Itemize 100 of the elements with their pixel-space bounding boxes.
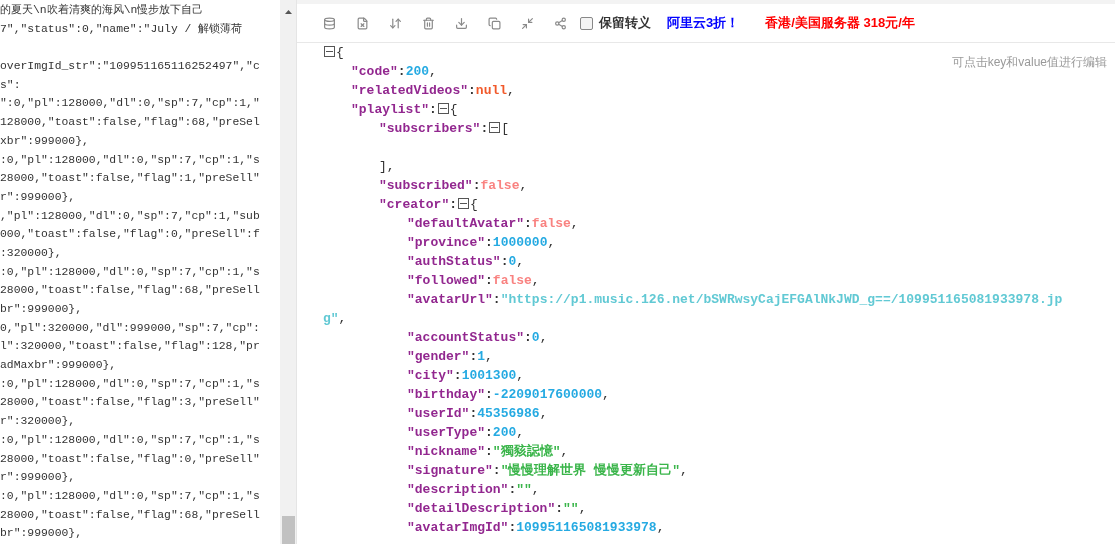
json-key[interactable]: "description" xyxy=(407,482,509,497)
bracket: ], xyxy=(379,159,395,174)
raw-json-line: :0,"pl":128000,"dl":0,"sp":7,"cp":1,"s xyxy=(0,432,261,448)
escape-checkbox[interactable] xyxy=(580,16,593,30)
comma: , xyxy=(507,83,515,98)
raw-json-line: xbr":999000}, xyxy=(0,133,90,149)
raw-json-line: r":999000}, xyxy=(0,189,77,205)
raw-json-line: s": xyxy=(0,77,22,93)
comma: , xyxy=(578,501,587,516)
colon: : xyxy=(524,330,532,345)
json-key[interactable]: "subscribed" xyxy=(379,178,473,193)
colon: : xyxy=(453,368,462,383)
json-entry[interactable]: "avatarUrl":"https://p1.music.126.net/bSWRwsyCajEFGAlNkJWD_g==/109951165081933978.jpg", xyxy=(323,290,1075,328)
colon: : xyxy=(508,482,517,497)
raw-json-line: :0,"pl":128000,"dl":0,"sp":7,"cp":1,"s xyxy=(0,152,261,168)
comma: , xyxy=(516,254,525,269)
comma: , xyxy=(680,463,688,478)
escape-label[interactable]: 保留转义 xyxy=(599,13,651,33)
raw-json-line: ":0,"pl":128000,"dl":0,"sp":7,"cp":1," xyxy=(0,96,261,112)
colon: : xyxy=(397,64,406,79)
json-key[interactable]: "defaultAvatar" xyxy=(407,216,525,231)
comma: , xyxy=(429,64,437,79)
colon: : xyxy=(469,406,478,421)
comma: , xyxy=(602,387,610,402)
comma: , xyxy=(547,235,556,250)
json-key[interactable]: "followed" xyxy=(407,273,485,288)
colon: : xyxy=(485,273,493,288)
colon: : xyxy=(485,444,493,459)
json-key[interactable]: "userId" xyxy=(407,406,470,421)
json-key[interactable]: "creator" xyxy=(379,197,450,212)
colon: : xyxy=(468,83,476,98)
json-key[interactable]: "playlist" xyxy=(351,102,429,117)
comma: , xyxy=(531,273,540,288)
collapse-icon[interactable] xyxy=(324,46,335,58)
json-key[interactable]: "nickname" xyxy=(407,444,485,459)
json-key[interactable]: "code" xyxy=(351,64,398,79)
collapse-icon[interactable] xyxy=(437,103,449,115)
json-key[interactable]: "relatedVideos" xyxy=(351,83,469,98)
raw-json-line: :0,"pl":128000,"dl":0,"sp":7,"cp":1,"s xyxy=(0,264,261,280)
raw-json-line: 0,"pl":320000,"dl":999000,"sp":7,"cp": xyxy=(0,320,261,336)
colon: : xyxy=(472,178,481,193)
raw-json-line: 28000,"toast":false,"flag":0,"preSell" xyxy=(0,451,261,467)
edit-hint: 可点击key和value值进行编辑 xyxy=(951,54,1107,71)
comma: , xyxy=(539,406,548,421)
json-key[interactable]: "accountStatus" xyxy=(407,330,525,345)
comma: , xyxy=(570,216,579,231)
scrollbar-thumb[interactable] xyxy=(281,516,295,544)
raw-json-line: adMaxbr":999000}, xyxy=(0,358,118,374)
json-key[interactable]: "signature" xyxy=(407,463,493,478)
json-key[interactable]: "subscribers" xyxy=(379,121,481,136)
comma: , xyxy=(656,520,665,535)
colon: : xyxy=(429,102,437,117)
json-key[interactable]: "birthday" xyxy=(407,387,485,402)
colon: : xyxy=(485,387,493,402)
scrollbar[interactable] xyxy=(280,0,296,544)
raw-json-line: 7","status":0,"name":"July / 解锁薄荷 xyxy=(0,21,244,37)
colon: : xyxy=(485,235,493,250)
json-key[interactable]: "province" xyxy=(407,235,485,250)
raw-json-line: 28000,"toast":false,"flag":3,"preSell" xyxy=(0,395,261,411)
scroll-up-icon[interactable] xyxy=(284,10,292,14)
raw-json-line: l":320000,"toast":false,"flag":128,"pr xyxy=(0,339,261,355)
json-key[interactable]: "detailDescription" xyxy=(407,501,556,516)
bracket: [ xyxy=(501,121,510,136)
raw-json-line: 的夏天\n吹着清爽的海风\n慢步放下自己 xyxy=(0,2,205,18)
colon: : xyxy=(500,254,509,269)
raw-json-line: 128000,"toast":false,"flag":68,"preSel xyxy=(0,115,261,131)
comma: , xyxy=(539,330,548,345)
raw-json-line: 28000,"toast":false,"flag":68,"preSell xyxy=(0,283,261,299)
comma: , xyxy=(516,368,525,383)
colon: : xyxy=(492,463,501,478)
raw-json-line: overImgId_str":"109951165116252497","c xyxy=(0,59,261,75)
json-key[interactable]: "avatarImgId" xyxy=(407,520,509,535)
bracket: { xyxy=(449,102,458,117)
raw-json-line: 28000,"toast":false,"flag":68,"preSell xyxy=(0,507,261,523)
json-key[interactable]: "gender" xyxy=(407,349,470,364)
colon: : xyxy=(508,520,517,535)
raw-json-line: 000,"toast":false,"flag":0,"preSell":f xyxy=(0,227,261,243)
colon: : xyxy=(485,425,493,440)
raw-json-line: :320000}, xyxy=(0,245,63,261)
collapse-icon[interactable] xyxy=(458,198,470,210)
raw-json-line: :0,"pl":128000,"dl":0,"sp":7,"cp":1,"s xyxy=(0,376,261,392)
colon: : xyxy=(555,501,564,516)
raw-json-line: r":999000}, xyxy=(0,470,77,486)
collapse-icon[interactable] xyxy=(489,122,501,134)
colon: : xyxy=(524,216,532,231)
promo-link[interactable]: 香港/美国服务器 318元/年 xyxy=(765,13,915,33)
raw-json-line: 28000,"toast":false,"flag":1,"preSell" xyxy=(0,171,261,187)
bracket: { xyxy=(336,45,344,60)
promo-link[interactable]: 阿里云3折！ xyxy=(667,13,740,33)
comma: , xyxy=(485,349,493,364)
colon: : xyxy=(480,121,489,136)
raw-json-line: ,"pl":128000,"dl":0,"sp":7,"cp":1,"sub xyxy=(0,208,261,224)
json-key[interactable]: "userType" xyxy=(407,425,485,440)
colon: : xyxy=(469,349,478,364)
comma: , xyxy=(516,425,525,440)
raw-json-line: br":999000}, xyxy=(0,526,84,542)
raw-json-line: r":320000}, xyxy=(0,414,77,430)
bracket: { xyxy=(470,197,478,212)
json-key[interactable]: "authStatus" xyxy=(407,254,501,269)
json-key[interactable]: "city" xyxy=(407,368,454,383)
